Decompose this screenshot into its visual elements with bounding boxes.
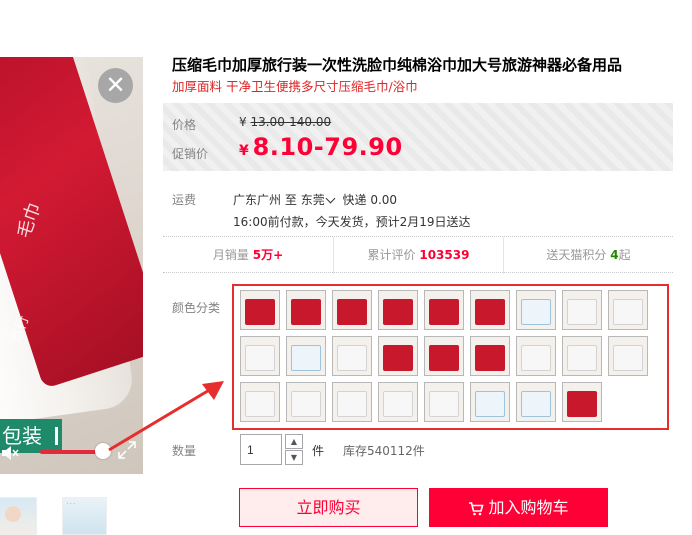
- thumbnail-2[interactable]: · · ·: [62, 497, 107, 535]
- thumbnail-1[interactable]: [0, 497, 37, 535]
- shipping-eta: 16:00前付款，今天发货，预计2月19日送达: [233, 215, 471, 229]
- product-subtitle: 加厚面料 干净卫生便携多尺寸压缩毛巾/浴巾: [172, 79, 418, 94]
- quantity-unit: 件: [312, 444, 325, 458]
- price-label: 价格: [172, 118, 197, 132]
- color-category-label: 颜色分类: [172, 301, 221, 315]
- chevron-down-icon: [325, 193, 336, 204]
- buy-now-button[interactable]: 立即购买: [239, 488, 418, 527]
- add-to-cart-button[interactable]: 加入购物车: [429, 488, 608, 527]
- promo-price-label: 促销价: [172, 147, 209, 161]
- quantity-label: 数量: [172, 444, 197, 458]
- video-progress-bar[interactable]: [40, 450, 100, 454]
- cart-icon: [469, 501, 485, 515]
- original-price: ¥ 13.00-140.00: [239, 115, 332, 129]
- shipping-label: 运费: [172, 193, 197, 207]
- product-title: 压缩毛巾加厚旅行装一次性洗脸巾纯棉浴巾加大号旅游神器必备用品: [172, 56, 623, 74]
- quantity-increase-button[interactable]: ▲: [285, 434, 303, 449]
- volume-icon[interactable]: [0, 443, 20, 463]
- quantity-input[interactable]: [240, 434, 282, 465]
- stock-count: 库存540112件: [343, 444, 425, 458]
- annotation-arrow-icon: [108, 381, 224, 452]
- promo-price: ¥ 8.10-79.90: [239, 133, 403, 161]
- ship-method: 快递 0.00: [342, 193, 398, 207]
- monthly-sales: 月销量 5万+: [212, 248, 284, 262]
- sales-stats: 月销量 5万+ 累计评价 103539 送天猫积分 4起: [163, 236, 673, 274]
- price-panel: 价格 ¥ 13.00-140.00 促销价 ¥ 8.10-79.90: [163, 103, 673, 171]
- shipping-route: 广东广州 至 东莞 快递 0.00: [233, 193, 398, 207]
- ship-to-select[interactable]: 东莞: [301, 193, 339, 207]
- annotation-highlight-box: [232, 284, 669, 430]
- ship-from: 广东广州: [233, 193, 282, 207]
- quantity-decrease-button[interactable]: ▼: [285, 450, 303, 465]
- tmall-points: 送天猫积分 4起: [503, 237, 673, 274]
- review-count[interactable]: 累计评价 103539: [333, 237, 503, 274]
- close-video-button[interactable]: ✕: [98, 68, 133, 103]
